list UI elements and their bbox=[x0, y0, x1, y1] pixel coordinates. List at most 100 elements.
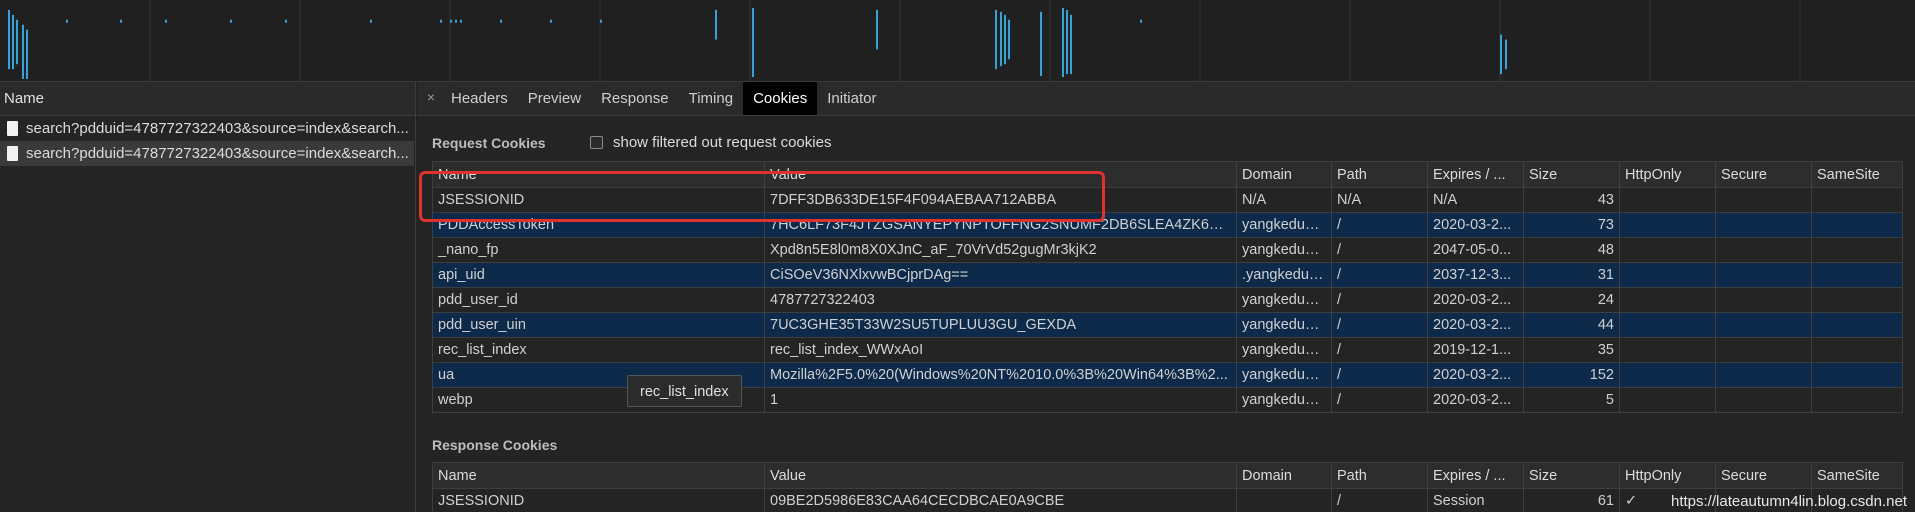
timeline-request-bar bbox=[876, 9, 878, 50]
cookie-path-cell: / bbox=[1331, 488, 1428, 512]
tab-preview[interactable]: Preview bbox=[518, 82, 591, 115]
timeline-request-bar bbox=[370, 19, 372, 23]
column-header-expires[interactable]: Expires / ... bbox=[1427, 161, 1524, 188]
cookie-httponly-cell bbox=[1619, 187, 1716, 213]
cookie-value-cell: 7UC3GHE35T33W2SU5TUPLUU3GU_GEXDA bbox=[764, 312, 1237, 338]
column-header-size[interactable]: Size bbox=[1523, 462, 1620, 489]
column-header-samesite[interactable]: SameSite bbox=[1811, 462, 1903, 489]
request-cookie-row[interactable]: rec_list_index rec_list_index_WWxAoI yangk… bbox=[432, 337, 1903, 363]
column-header-domain[interactable]: Domain bbox=[1236, 462, 1332, 489]
cookie-secure-cell bbox=[1715, 187, 1812, 213]
request-item-selected[interactable]: search?pdduid=4787727322403&source=index… bbox=[0, 141, 414, 166]
cookie-name-cell: _nano_fp bbox=[432, 237, 765, 263]
timeline-request-bar bbox=[995, 9, 997, 70]
cookie-domain-cell: N/A bbox=[1236, 187, 1332, 213]
cookie-path-cell: / bbox=[1331, 362, 1428, 388]
cookie-path-cell: / bbox=[1331, 387, 1428, 413]
cookie-domain-cell: yangkeduo.... bbox=[1236, 387, 1332, 413]
cookie-size-cell: 152 bbox=[1523, 362, 1620, 388]
cookie-secure-cell bbox=[1715, 287, 1812, 313]
request-cookie-row[interactable]: pdd_user_uin 7UC3GHE35T33W2SU5TUPLUU3GU_G… bbox=[432, 312, 1903, 338]
cookie-expires-cell: N/A bbox=[1427, 187, 1524, 213]
column-header-size[interactable]: Size bbox=[1523, 161, 1620, 188]
column-header-httponly[interactable]: HttpOnly bbox=[1619, 161, 1716, 188]
timeline-request-bar bbox=[1000, 11, 1002, 67]
cookie-samesite-cell bbox=[1811, 187, 1903, 213]
column-header-path[interactable]: Path bbox=[1331, 462, 1428, 489]
tab-timing[interactable]: Timing bbox=[679, 82, 743, 115]
cookie-size-cell: 73 bbox=[1523, 212, 1620, 238]
timeline-request-bar bbox=[120, 19, 122, 23]
cookie-path-cell: / bbox=[1331, 337, 1428, 363]
column-header-samesite[interactable]: SameSite bbox=[1811, 161, 1903, 188]
tab-initiator[interactable]: Initiator bbox=[817, 82, 886, 115]
timeline-request-bar bbox=[26, 29, 28, 80]
cookie-secure-cell bbox=[1715, 237, 1812, 263]
cookie-domain-cell bbox=[1236, 488, 1332, 512]
timeline-request-bar bbox=[1008, 19, 1010, 60]
timeline-request-bar bbox=[455, 19, 457, 23]
cookie-size-cell: 35 bbox=[1523, 337, 1620, 363]
cookie-path-cell: / bbox=[1331, 312, 1428, 338]
column-header-expires[interactable]: Expires / ... bbox=[1427, 462, 1524, 489]
request-list-panel: Name search?pdduid=4787727322403&source=… bbox=[0, 82, 416, 512]
cookie-httponly-cell bbox=[1619, 387, 1716, 413]
cookie-size-cell: 24 bbox=[1523, 287, 1620, 313]
column-header-secure[interactable]: Secure bbox=[1715, 462, 1812, 489]
cookie-secure-cell bbox=[1715, 362, 1812, 388]
timeline-request-bar bbox=[1140, 19, 1142, 23]
show-filtered-cookies-toggle[interactable]: show filtered out request cookies bbox=[590, 134, 831, 151]
column-header-httponly[interactable]: HttpOnly bbox=[1619, 462, 1716, 489]
cookie-domain-cell: yangkeduo.... bbox=[1236, 362, 1332, 388]
cookie-name-cell: JSESSIONID bbox=[432, 488, 765, 512]
timeline-request-bar bbox=[715, 9, 717, 40]
cookie-path-cell: / bbox=[1331, 262, 1428, 288]
details-tab-bar: × Headers Preview Response Timing Cookie… bbox=[417, 82, 1915, 116]
request-cookie-row[interactable]: PDDAccessToken 7HC6LF73F4JTZGSANYEPYNPTOF… bbox=[432, 212, 1903, 238]
request-cookie-row[interactable]: pdd_user_id 4787727322403 yangkeduo..../20… bbox=[432, 287, 1903, 313]
tab-response[interactable]: Response bbox=[591, 82, 679, 115]
cookie-samesite-cell bbox=[1811, 262, 1903, 288]
response-cookies-title: Response Cookies bbox=[432, 437, 558, 453]
cookie-size-cell: 5 bbox=[1523, 387, 1620, 413]
cookie-samesite-cell bbox=[1811, 312, 1903, 338]
cookie-value-cell: 4787727322403 bbox=[764, 287, 1237, 313]
cookie-expires-cell: 2020-03-2... bbox=[1427, 387, 1524, 413]
cookie-name-cell: pdd_user_id bbox=[432, 287, 765, 313]
cookie-expires-cell: 2020-03-2... bbox=[1427, 212, 1524, 238]
column-header-name[interactable]: Name bbox=[432, 462, 765, 489]
cookie-path-cell: N/A bbox=[1331, 187, 1428, 213]
request-cookie-row[interactable]: JSESSIONID 7DFF3DB633DE15F4F094AEBAA712AB… bbox=[432, 187, 1903, 213]
request-cookie-row[interactable]: _nano_fp Xpd8n5E8l0m8X0XJnC_aF_70VrVd52gu… bbox=[432, 237, 1903, 263]
cookie-name-cell: JSESSIONID bbox=[432, 187, 765, 213]
close-icon[interactable]: × bbox=[417, 82, 441, 115]
cell-tooltip: rec_list_index bbox=[627, 375, 742, 407]
request-details-panel: × Headers Preview Response Timing Cookie… bbox=[417, 82, 1915, 512]
cookie-samesite-cell bbox=[1811, 362, 1903, 388]
column-header-path[interactable]: Path bbox=[1331, 161, 1428, 188]
cookie-value-cell: CiSOeV36NXlxvwBCjprDAg== bbox=[764, 262, 1237, 288]
column-header-secure[interactable]: Secure bbox=[1715, 161, 1812, 188]
timeline-request-bar bbox=[460, 19, 462, 23]
cookie-samesite-cell bbox=[1811, 287, 1903, 313]
request-cookie-row[interactable]: api_uid CiSOeV36NXlxvwBCjprDAg== .yangkedu… bbox=[432, 262, 1903, 288]
timeline-request-bar bbox=[8, 9, 10, 70]
request-item[interactable]: search?pdduid=4787727322403&source=index… bbox=[0, 116, 414, 141]
column-header-domain[interactable]: Domain bbox=[1236, 161, 1332, 188]
tab-cookies[interactable]: Cookies bbox=[743, 82, 818, 115]
column-header-value[interactable]: Value bbox=[764, 462, 1237, 489]
show-filtered-checkbox[interactable] bbox=[590, 136, 603, 149]
cookie-size-cell: 48 bbox=[1523, 237, 1620, 263]
column-header-name[interactable]: Name bbox=[432, 161, 765, 188]
timeline-request-bar bbox=[165, 19, 167, 23]
cookie-expires-cell: 2020-03-2... bbox=[1427, 287, 1524, 313]
tab-headers[interactable]: Headers bbox=[441, 82, 518, 115]
cookie-path-cell: / bbox=[1331, 212, 1428, 238]
cookie-secure-cell bbox=[1715, 262, 1812, 288]
name-column-header[interactable]: Name bbox=[0, 82, 415, 116]
cookie-value-cell: Mozilla%2F5.0%20(Windows%20NT%2010.0%3B%… bbox=[764, 362, 1237, 388]
timeline-request-bar bbox=[752, 7, 754, 78]
cookie-path-cell: / bbox=[1331, 287, 1428, 313]
network-timeline-overview[interactable] bbox=[0, 0, 1915, 82]
column-header-value[interactable]: Value bbox=[764, 161, 1237, 188]
